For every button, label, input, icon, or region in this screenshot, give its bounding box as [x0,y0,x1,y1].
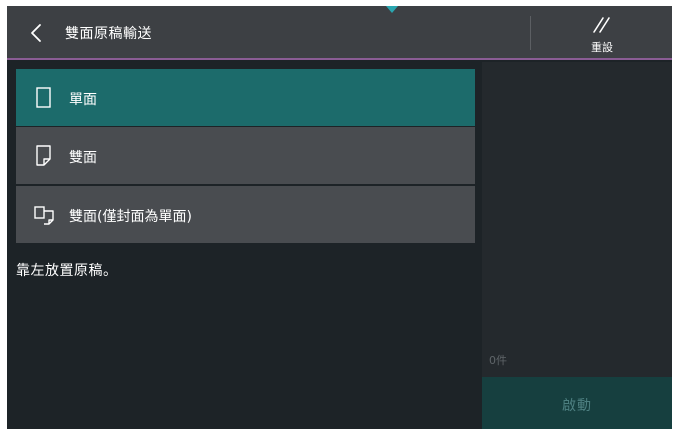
back-button[interactable] [23,18,51,48]
reset-button[interactable]: 重設 [567,10,637,56]
screen: 雙面原稿輸送 重設 單面 雙面 雙面(僅封面為單面) 靠左放置原稿。 0件 啟動 [7,6,672,429]
option-label: 單面 [69,92,97,108]
option-single-sided[interactable]: 單面 [16,69,475,126]
top-indicator-icon [386,6,398,13]
reset-label: 重設 [591,41,613,54]
option-label: 雙面 [69,150,97,166]
header-bar: 雙面原稿輸送 重設 [7,6,672,60]
job-count: 0件 [489,354,507,367]
option-label: 雙面(僅封面為單面) [69,209,192,225]
chevron-left-icon [31,24,41,42]
start-button[interactable]: 啟動 [482,377,672,429]
header-divider [530,16,531,50]
reset-icon [593,17,610,33]
page-title: 雙面原稿輸送 [65,26,152,42]
single-sided-page-icon [36,87,51,108]
double-sided-page-icon [36,145,51,166]
start-label: 啟動 [562,398,592,414]
instruction-text: 靠左放置原稿。 [16,263,118,279]
option-double-sided-cover-single[interactable]: 雙面(僅封面為單面) [16,186,475,243]
double-sided-cover-single-icon [34,206,54,225]
option-double-sided[interactable]: 雙面 [16,127,475,184]
side-panel: 0件 啟動 [482,62,672,429]
